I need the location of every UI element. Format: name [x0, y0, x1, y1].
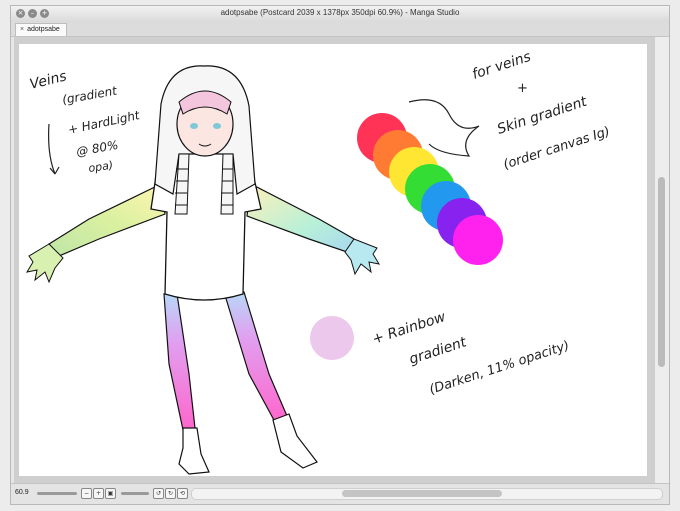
rotate-slider[interactable] — [121, 492, 149, 495]
vertical-scroll-thumb[interactable] — [658, 177, 665, 367]
skin-note-line: for veins — [470, 49, 533, 83]
close-tab-icon[interactable]: × — [20, 26, 24, 33]
tab-document[interactable]: × adotpsabe — [15, 23, 67, 36]
veins-note: Veins (gradient + HardLight @ 80% opa) — [28, 68, 142, 175]
horizontal-scrollbar[interactable] — [191, 488, 663, 500]
skin-note: for veins + Skin gradient (order canvas … — [408, 49, 612, 173]
tab-label: adotpsabe — [27, 26, 60, 33]
window-title: adotpsabe (Postcard 2039 x 1378px 350dpi… — [220, 8, 460, 17]
reset-rotation-icon[interactable]: ⟲ — [177, 488, 188, 499]
horizontal-scroll-thumb[interactable] — [342, 490, 502, 497]
skin-note-line: Skin gradient — [495, 94, 589, 138]
rainbow-note-line: gradient — [407, 334, 469, 368]
zoom-out-icon[interactable]: − — [81, 488, 92, 499]
veins-note-line: opa) — [88, 159, 114, 175]
title-bar: × – + adotpsabe (Postcard 2039 x 1378px … — [11, 6, 669, 23]
veins-note-line: @ 80% — [75, 138, 119, 159]
vertical-scrollbar[interactable] — [654, 37, 669, 485]
zoom-slider[interactable] — [37, 492, 77, 495]
tab-bar: × adotpsabe — [11, 22, 669, 37]
zoom-in-icon[interactable]: + — [93, 488, 104, 499]
rotate-right-icon[interactable]: ↻ — [165, 488, 176, 499]
skin-note-line: + — [517, 81, 528, 96]
canvas-area[interactable]: Veins (gradient + HardLight @ 80% opa) f… — [14, 37, 655, 485]
app-window: × – + adotpsabe (Postcard 2039 x 1378px … — [10, 5, 670, 505]
rainbow-swatches — [357, 113, 503, 265]
fit-to-window-icon[interactable]: ▣ — [105, 488, 116, 499]
rotate-left-icon[interactable]: ↺ — [153, 488, 164, 499]
veins-note-line: Veins — [28, 68, 68, 93]
color-swatch — [453, 215, 503, 265]
pale-pink-swatch — [310, 316, 354, 360]
rainbow-note-line: + Rainbow — [370, 309, 448, 348]
veins-note-arrow — [48, 123, 56, 175]
artwork: Veins (gradient + HardLight @ 80% opa) f… — [25, 49, 612, 475]
veins-note-line: + HardLight — [67, 108, 142, 137]
zoom-level[interactable]: 60.9 — [15, 489, 29, 496]
drawing-paper[interactable]: Veins (gradient + HardLight @ 80% opa) f… — [19, 44, 647, 476]
status-bar: 60.9 − + ▣ ↺ ↻ ⟲ — [11, 483, 669, 504]
veins-note-line: (gradient — [61, 83, 119, 107]
rainbow-note: + Rainbow gradient (Darken, 11% opacity) — [370, 309, 571, 398]
